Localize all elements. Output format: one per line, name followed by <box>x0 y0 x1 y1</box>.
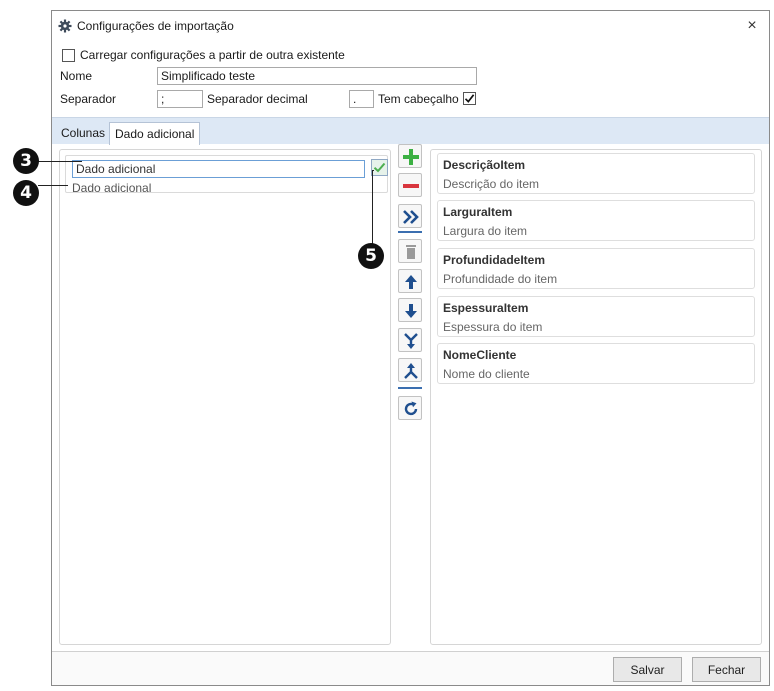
refresh-icon <box>404 401 418 416</box>
move-up-button[interactable] <box>398 269 422 293</box>
field-card[interactable]: ProfundidadeItem Profundidade do item <box>437 248 755 289</box>
callout-leader <box>38 161 82 162</box>
move-to-target-button[interactable] <box>398 204 422 228</box>
callout-leader <box>372 170 374 171</box>
tab-additional-data[interactable]: Dado adicional <box>109 122 201 145</box>
confirm-button[interactable] <box>371 159 388 176</box>
toolbar-divider <box>398 231 422 233</box>
additional-data-list: Dado adicional Dado adicional <box>59 149 391 645</box>
merge-down-icon <box>404 333 418 349</box>
field-card[interactable]: NomeCliente Nome do cliente <box>437 343 755 384</box>
name-field[interactable]: Simplificado teste <box>157 67 477 85</box>
callout-marker: 3 <box>13 148 39 174</box>
callout-leader <box>372 170 373 248</box>
gear-icon <box>58 19 72 33</box>
dialog-title: Configurações de importação <box>77 19 234 33</box>
add-button[interactable] <box>398 144 422 168</box>
refresh-button[interactable] <box>398 396 422 420</box>
load-existing-checkbox[interactable] <box>62 49 75 62</box>
close-icon[interactable]: × <box>742 16 762 36</box>
save-button[interactable]: Salvar <box>613 657 682 682</box>
has-header-label: Tem cabeçalho <box>378 92 459 106</box>
available-fields-list: DescriçãoItem Descrição do item LarguraI… <box>430 149 762 645</box>
tab-columns[interactable]: Colunas <box>56 122 110 145</box>
callout-marker: 4 <box>13 180 39 206</box>
field-name: EspessuraItem <box>443 301 529 315</box>
field-card[interactable]: LarguraItem Largura do item <box>437 200 755 241</box>
dialog-footer: Salvar Fechar <box>52 651 769 685</box>
import-settings-dialog: Configurações de importação × Carregar c… <box>51 10 770 686</box>
load-existing-label: Carregar configurações a partir de outra… <box>80 48 345 62</box>
close-button[interactable]: Fechar <box>692 657 761 682</box>
trash-icon <box>406 245 416 259</box>
double-chevron-right-icon <box>403 210 419 224</box>
merge-button[interactable] <box>398 328 422 352</box>
remove-button[interactable] <box>398 173 422 197</box>
toolbar-divider <box>398 387 422 389</box>
field-description: Profundidade do item <box>443 272 558 286</box>
plus-icon <box>403 149 419 165</box>
title-bar: Configurações de importação × <box>52 11 769 43</box>
arrow-down-icon <box>405 304 417 318</box>
split-up-icon <box>404 363 418 379</box>
field-card[interactable]: DescriçãoItem Descrição do item <box>437 153 755 194</box>
tab-strip: Colunas Dado adicional <box>52 117 769 145</box>
additional-data-item: Dado adicional Dado adicional <box>65 155 388 195</box>
field-name: NomeCliente <box>443 348 517 362</box>
callout-leader <box>38 185 68 186</box>
callout-marker: 5 <box>358 243 384 269</box>
has-header-checkbox[interactable] <box>463 92 476 105</box>
additional-data-description[interactable]: Dado adicional <box>72 181 151 195</box>
field-name: DescriçãoItem <box>443 158 526 172</box>
field-name: LarguraItem <box>443 205 513 219</box>
arrow-up-icon <box>405 275 417 289</box>
separator-label: Separador <box>60 92 117 106</box>
checkmark-icon <box>464 94 475 103</box>
field-description: Descrição do item <box>443 177 540 191</box>
decimal-separator-field[interactable]: . <box>349 90 374 108</box>
move-down-button[interactable] <box>398 298 422 322</box>
field-name: ProfundidadeItem <box>443 253 546 267</box>
name-label: Nome <box>60 69 93 83</box>
check-icon <box>373 162 386 173</box>
additional-data-name-input[interactable]: Dado adicional <box>72 160 365 178</box>
separator-field[interactable]: ; <box>157 90 203 108</box>
field-description: Nome do cliente <box>443 367 530 381</box>
split-button[interactable] <box>398 358 422 382</box>
field-description: Largura do item <box>443 224 528 238</box>
minus-icon <box>403 184 419 188</box>
field-description: Espessura do item <box>443 320 543 334</box>
delete-button[interactable] <box>398 239 422 263</box>
field-card[interactable]: EspessuraItem Espessura do item <box>437 296 755 337</box>
decimal-separator-label: Separador decimal <box>207 92 308 106</box>
